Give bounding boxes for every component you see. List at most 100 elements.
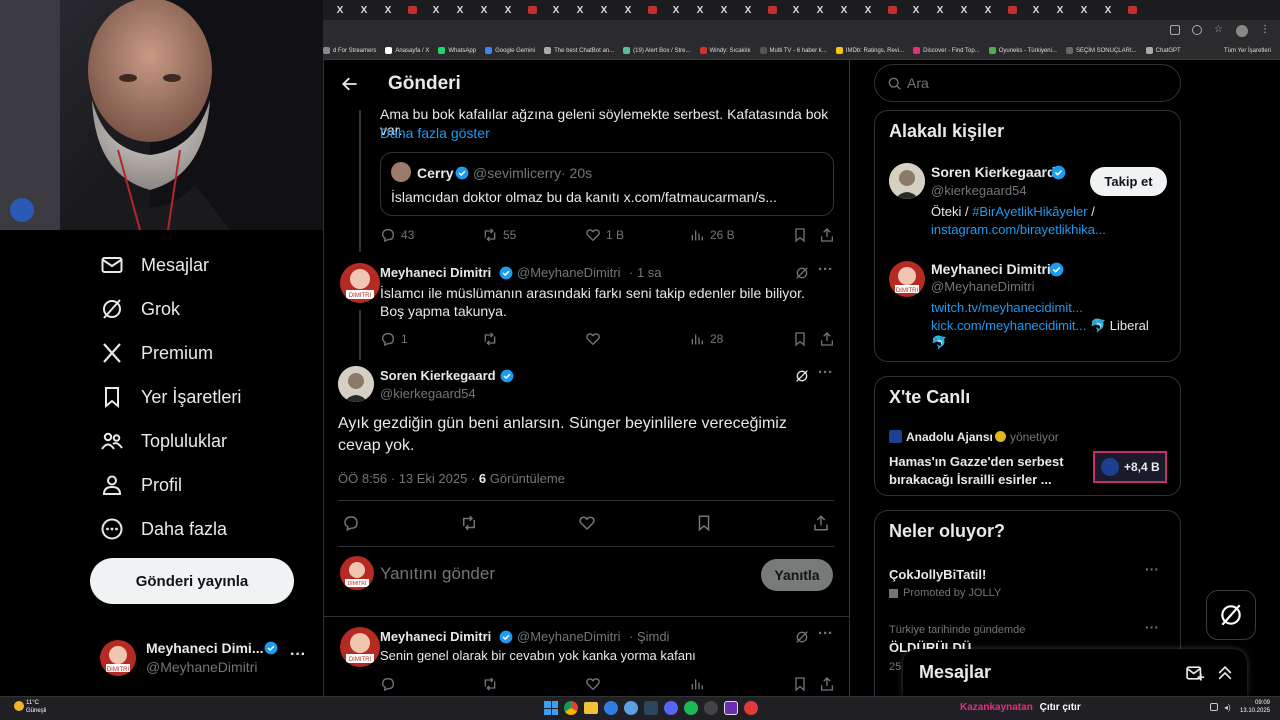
bookmark-item[interactable]: SEÇİM SONUÇLARI... bbox=[1065, 47, 1137, 54]
all-bookmarks-button[interactable]: Tüm Yer İşaretleri bbox=[1224, 48, 1271, 54]
nav-item-grok[interactable]: Grok bbox=[100, 294, 180, 324]
app-icon[interactable] bbox=[704, 701, 718, 715]
browser-tab[interactable]: X bbox=[953, 3, 975, 17]
trend-more-icon[interactable]: ··· bbox=[1145, 619, 1159, 635]
bookmark-item[interactable]: WhatsApp bbox=[438, 47, 476, 54]
bookmark-item[interactable]: Oyuneks - Türkiyeni... bbox=[988, 47, 1057, 54]
live-title[interactable]: Hamas'ın Gazze'den serbest bırakacağı İs… bbox=[889, 453, 1089, 489]
bookmark-item[interactable]: ChatGPT bbox=[1145, 47, 1181, 54]
browser-tab[interactable]: X bbox=[473, 3, 495, 17]
reply-button[interactable]: 1 bbox=[380, 331, 408, 347]
live-host[interactable]: Anadolu Ajansı bbox=[906, 430, 993, 444]
browser-tab[interactable]: X bbox=[569, 3, 591, 17]
browser-tab[interactable]: X bbox=[377, 3, 399, 17]
browser-tab[interactable]: X bbox=[1025, 3, 1047, 17]
browser-tab[interactable]: X bbox=[617, 3, 639, 17]
browser-tab[interactable]: X bbox=[929, 3, 951, 17]
share-icon[interactable] bbox=[819, 331, 835, 347]
bookmark-item[interactable]: The best ChatBot an... bbox=[544, 47, 614, 54]
grok-float-button[interactable] bbox=[1206, 590, 1256, 640]
views-button[interactable]: 28 bbox=[689, 331, 723, 347]
reply-icon[interactable] bbox=[380, 676, 396, 692]
windows-start-icon[interactable] bbox=[544, 701, 558, 715]
bio-link[interactable]: instagram.com/birayetlikhika... bbox=[931, 222, 1106, 237]
avatar[interactable] bbox=[338, 366, 374, 402]
post-more-icon[interactable]: ··· bbox=[818, 261, 833, 278]
browser-tab[interactable]: X bbox=[497, 3, 519, 17]
like-button[interactable] bbox=[585, 331, 606, 347]
bookmark-item[interactable]: Multi TV - 6 haber k... bbox=[759, 47, 827, 54]
grok-icon[interactable] bbox=[794, 265, 810, 281]
bookmark-icon[interactable] bbox=[695, 514, 713, 532]
browser-star-icon[interactable]: ☆ bbox=[1214, 25, 1224, 35]
account-switcher[interactable]: DIMITRI Meyhaneci Dimi... @MeyhaneDimitr… bbox=[100, 636, 310, 680]
avatar[interactable]: DIMITRI bbox=[340, 263, 380, 303]
follow-button[interactable]: Takip et bbox=[1090, 167, 1167, 196]
bookmark-item[interactable]: IMDb: Ratings, Revi... bbox=[835, 47, 904, 54]
messages-drawer[interactable]: Mesajlar bbox=[903, 649, 1247, 696]
browser-tab[interactable]: X bbox=[833, 3, 855, 17]
browser-tab[interactable] bbox=[401, 3, 423, 17]
bio-link[interactable]: twitch.tv/meyhanecidimit... bbox=[931, 300, 1083, 315]
account-more-icon[interactable]: ··· bbox=[290, 646, 306, 664]
browser-tab[interactable] bbox=[1001, 3, 1023, 17]
edge-icon[interactable] bbox=[604, 701, 618, 715]
browser-tab[interactable]: X bbox=[449, 3, 471, 17]
browser-tab[interactable]: X bbox=[1097, 3, 1119, 17]
chrome-icon[interactable] bbox=[564, 701, 578, 715]
browser-tab[interactable] bbox=[1121, 3, 1143, 17]
bookmark-item[interactable]: (19) Alert Box / Stre... bbox=[623, 47, 691, 54]
avatar[interactable] bbox=[889, 163, 925, 199]
avatar[interactable]: DIMITRI bbox=[889, 261, 925, 297]
browser-tab[interactable]: X bbox=[737, 3, 759, 17]
file-explorer-icon[interactable] bbox=[584, 702, 598, 714]
trend-more-icon[interactable]: ··· bbox=[1145, 561, 1159, 577]
avatar[interactable]: DIMITRI bbox=[340, 627, 380, 667]
browser-menu-icon[interactable]: ⋮ bbox=[1260, 25, 1270, 35]
reply-icon[interactable] bbox=[342, 514, 360, 532]
browser-tab[interactable]: X bbox=[785, 3, 807, 17]
app-icon[interactable] bbox=[744, 701, 758, 715]
trend-title[interactable]: ÇokJollyBiTatil! bbox=[889, 567, 986, 582]
app-icon[interactable] bbox=[624, 701, 638, 715]
analytics-icon[interactable] bbox=[689, 676, 705, 692]
browser-profile-icon[interactable] bbox=[1236, 25, 1248, 37]
heart-icon[interactable] bbox=[578, 514, 596, 532]
repost-icon[interactable] bbox=[460, 514, 478, 532]
like-button[interactable]: 1 B bbox=[585, 227, 624, 243]
nav-item-bookmarks[interactable]: Yer İşaretleri bbox=[100, 382, 241, 412]
bookmark-icon[interactable] bbox=[792, 227, 808, 243]
steam-icon[interactable] bbox=[644, 701, 658, 715]
show-more-link[interactable]: Daha fazla göster bbox=[380, 125, 490, 141]
nav-item-messages[interactable]: Mesajlar bbox=[100, 250, 209, 280]
browser-address-bar[interactable]: ☆ ⋮ bbox=[323, 20, 1280, 42]
bookmark-icon[interactable] bbox=[792, 676, 808, 692]
reply-button[interactable]: 43 bbox=[380, 227, 414, 243]
browser-tab[interactable]: X bbox=[1073, 3, 1095, 17]
bookmark-item[interactable]: Discover - Find Top... bbox=[913, 47, 980, 54]
expand-up-icon[interactable] bbox=[1215, 663, 1235, 683]
system-clock[interactable]: 09:09 13.10.2025 bbox=[1240, 699, 1270, 715]
browser-tab[interactable]: X bbox=[545, 3, 567, 17]
browser-tab[interactable] bbox=[881, 3, 903, 17]
nav-item-communities[interactable]: Topluluklar bbox=[100, 426, 227, 456]
share-icon[interactable] bbox=[819, 227, 835, 243]
new-message-icon[interactable] bbox=[1185, 663, 1205, 683]
grok-icon[interactable] bbox=[794, 368, 810, 384]
repost-button[interactable] bbox=[482, 331, 503, 347]
bookmark-icon[interactable] bbox=[792, 331, 808, 347]
repost-icon[interactable] bbox=[482, 676, 498, 692]
search-box[interactable] bbox=[874, 64, 1181, 102]
browser-zoom-icon[interactable] bbox=[1192, 25, 1202, 35]
heart-icon[interactable] bbox=[585, 676, 601, 692]
browser-tab[interactable]: X bbox=[713, 3, 735, 17]
post-more-icon[interactable]: ··· bbox=[818, 364, 833, 381]
spotify-icon[interactable] bbox=[684, 701, 698, 715]
nav-item-profile[interactable]: Profil bbox=[100, 470, 182, 500]
browser-tab[interactable]: X bbox=[689, 3, 711, 17]
browser-extension-icon[interactable] bbox=[1170, 25, 1180, 35]
browser-tab[interactable]: X bbox=[905, 3, 927, 17]
quoted-post[interactable]: Cerry @sevimlicerry · 20s İslamcıdan dok… bbox=[380, 152, 834, 216]
hashtag-link[interactable]: #BirAyetlikHikâyeler bbox=[972, 204, 1087, 219]
bookmark-item[interactable]: Windy: Sıcaklık bbox=[699, 47, 751, 54]
